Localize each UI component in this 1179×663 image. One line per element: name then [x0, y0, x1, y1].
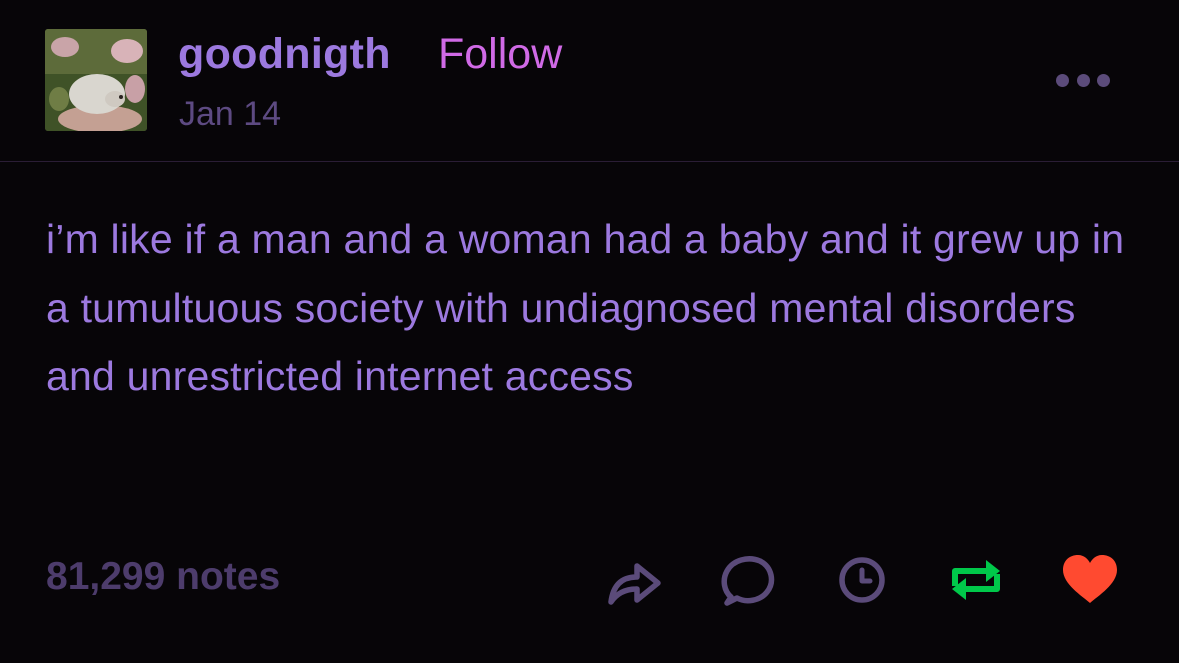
- heart-icon[interactable]: [1060, 550, 1120, 610]
- post-body: i’m like if a man and a woman had a baby…: [46, 216, 1125, 399]
- reblog-icon[interactable]: [946, 550, 1006, 610]
- username[interactable]: goodnigth: [178, 28, 391, 80]
- more-options-icon[interactable]: [1052, 70, 1114, 94]
- clock-icon[interactable]: [832, 550, 892, 610]
- avatar[interactable]: [45, 29, 147, 131]
- avatar-image: [45, 29, 147, 131]
- post-header: goodnigth Follow Jan 14: [0, 0, 1179, 162]
- post-date[interactable]: Jan 14: [179, 93, 281, 135]
- reply-icon[interactable]: [717, 550, 777, 610]
- follow-button[interactable]: Follow: [438, 28, 562, 80]
- share-icon[interactable]: [604, 550, 664, 610]
- notes-count[interactable]: 81,299 notes: [46, 553, 280, 601]
- post-card: goodnigth Follow Jan 14 i’m like if a ma…: [0, 0, 1179, 663]
